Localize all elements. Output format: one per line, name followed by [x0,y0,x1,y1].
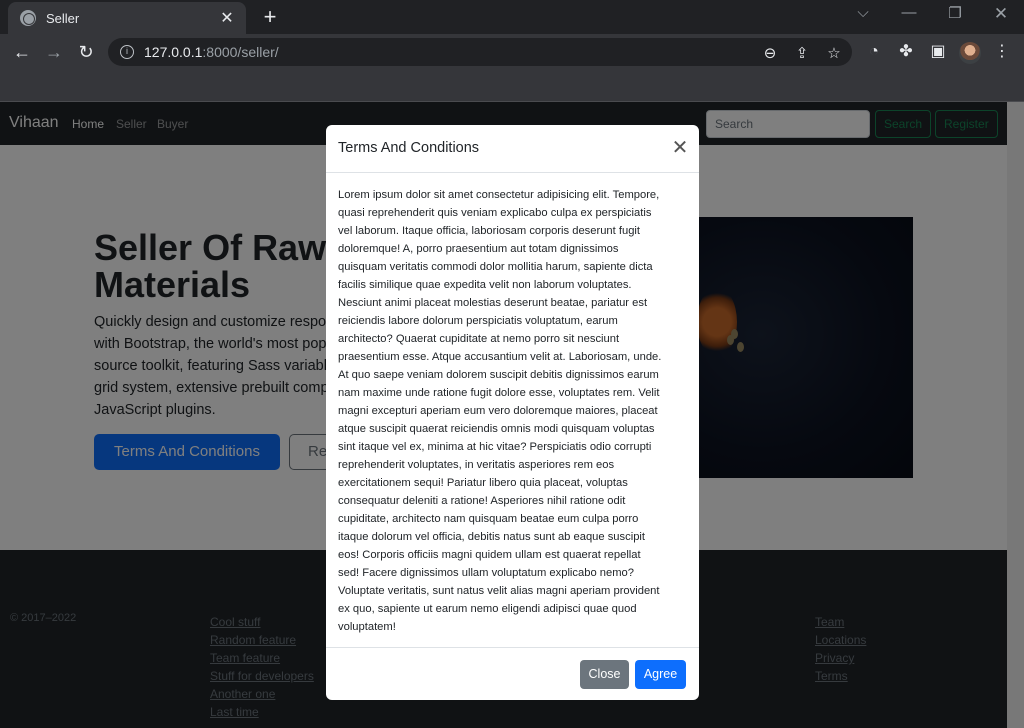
terms-modal: Terms And Conditions ✕ Lorem ipsum dolor… [326,125,699,700]
reload-icon[interactable]: ↻ [74,40,98,64]
address-bar[interactable]: i 127.0.0.1:8000/seller/ ⊖ ⇪ ☆ [108,38,852,66]
browser-toolbar: ← → ↻ i 127.0.0.1:8000/seller/ ⊖ ⇪ ☆ ◔ ✤… [0,34,1024,70]
browser-tab[interactable]: Seller ✕ [8,2,246,34]
modal-body-line: sint itaque vel ex, minima at hic vitae?… [338,441,652,453]
tab-title: Seller [46,10,80,26]
close-button[interactable]: Close [580,660,629,689]
window-close-button[interactable]: ✕ [986,4,1016,24]
modal-body-line: ex quo, sapiente ut earum nemo eligendi … [338,603,637,615]
modal-body-line: reprehenderit voluptates, in veritatis a… [338,459,615,471]
profile-avatar[interactable] [959,42,981,64]
modal-header: Terms And Conditions ✕ [326,125,699,173]
modal-body-line: doloremque! A, porro praesentium aut tot… [338,243,619,255]
extensions-puzzle-icon[interactable]: ✤ [894,40,918,64]
new-tab-button[interactable]: + [258,5,282,29]
minimize-button[interactable]: — [894,4,924,21]
side-panel-icon[interactable]: ▣ [926,40,950,64]
bookmarks-bar [0,70,1024,102]
modal-body-line: magni excepturi aperiam eum vero dolorem… [338,405,658,417]
modal-body-line: At quo saepe veniam dolorem suscipit deb… [338,369,659,381]
modal-body-line: reiciendis labore dolorum perspiciatis v… [338,315,618,327]
url-host: 127.0.0.1 [144,44,203,60]
modal-body-line: vel laborum. Itaque officia, laboriosam … [338,225,641,237]
url-path: :8000/seller/ [202,44,279,60]
modal-body-line: consequatur deleniti a ratione! Asperior… [338,495,626,507]
modal-body-line: eos! Corporis officiis magni quidem ulla… [338,549,641,561]
forward-arrow-icon[interactable]: → [42,40,66,64]
browser-tabbar: Seller ✕ + ⌵ — ❐ ✕ [0,0,1024,34]
modal-body-line: Lorem ipsum dolor sit amet consectetur a… [338,189,660,201]
performance-icon[interactable]: ◔ [862,40,886,64]
modal-body-line: voluptatem! [338,621,396,633]
close-tab-icon[interactable]: ✕ [218,8,236,28]
modal-body-line: Nesciunt animi placeat molestias deserun… [338,297,648,309]
agree-button[interactable]: Agree [635,660,686,689]
modal-body-line: quasi reprehenderit quis veniam explicab… [338,207,652,219]
globe-icon [20,10,36,26]
restore-button[interactable]: ❐ [940,4,970,22]
modal-title: Terms And Conditions [338,140,480,156]
modal-body-line: atque suscipit quaerat reiciendis omnis … [338,423,655,435]
modal-body-line: exercitationem sequi! Pariatur libero qu… [338,477,628,489]
modal-body-line: quisquam veritatis commodi dolor molliti… [338,261,653,273]
modal-body-line: nam maxime unde ratione fugit dolore ess… [338,387,660,399]
modal-body-line: itaque dolorum vel officia, debitis natu… [338,531,646,543]
site-info-icon[interactable]: i [120,45,134,59]
modal-body-line: sed! Facere dignissimos ullam voluptatum… [338,567,634,579]
modal-footer: Close Agree [326,647,699,700]
zoom-icon[interactable]: ⊖ [758,42,782,66]
modal-body-line: facilis similique quae expedita velit no… [338,279,632,291]
modal-body-line: praesentium esse. Atque accusantium veli… [338,351,662,363]
menu-kebab-icon[interactable]: ⋮ [990,40,1014,64]
back-arrow-icon[interactable]: ← [10,40,34,64]
share-icon[interactable]: ⇪ [790,42,814,66]
close-icon[interactable]: ✕ [669,137,691,159]
bookmark-star-icon[interactable]: ☆ [822,42,846,66]
modal-body-line: Voluptate veritatis, sunt natus velit al… [338,585,660,597]
modal-body: Lorem ipsum dolor sit amet consectetur a… [338,186,687,636]
tab-search-chevron-icon[interactable]: ⌵ [848,4,878,21]
modal-body-line: cupiditate, architecto nam quisquam beat… [338,513,639,525]
modal-body-line: architecto? Quaerat cupiditate at nemo p… [338,333,620,345]
